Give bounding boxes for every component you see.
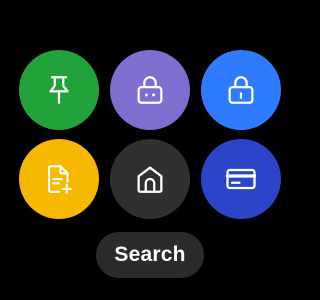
lock-tile-blue[interactable]	[201, 50, 281, 130]
home-tile[interactable]	[110, 139, 190, 219]
lock-tile-purple[interactable]	[110, 50, 190, 130]
new-document-tile[interactable]	[19, 139, 99, 219]
payment-card-tile[interactable]	[201, 139, 281, 219]
credit-card-icon	[223, 161, 259, 197]
search-button-label: Search	[114, 243, 186, 266]
search-button[interactable]: Search	[96, 232, 204, 278]
pin-tile[interactable]	[19, 50, 99, 130]
file-add-icon	[42, 162, 76, 196]
home-icon	[133, 162, 167, 196]
lock-icon	[133, 73, 167, 107]
lock-icon	[224, 73, 258, 107]
watch-screen: Search	[0, 0, 300, 300]
pin-icon	[42, 73, 76, 107]
